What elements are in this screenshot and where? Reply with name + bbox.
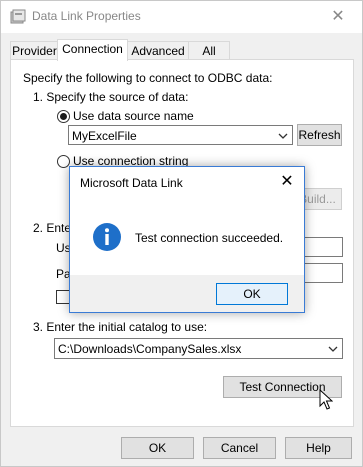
use-dsn-radio[interactable] [57,110,70,123]
dialog-message: Test connection succeeded. [135,231,284,245]
ok-button[interactable]: OK [121,437,194,459]
chevron-down-icon [328,343,338,353]
refresh-button[interactable]: Refresh [297,124,342,146]
cancel-button[interactable]: Cancel [203,437,276,459]
window-close-icon[interactable]: ✕ [321,5,355,29]
radio-selected-dot [60,113,67,120]
step3-label: 3. Enter the initial catalog to use: [33,320,208,334]
step1-label: 1. Specify the source of data: [33,90,189,104]
catalog-value: C:\Downloads\CompanySales.xlsx [58,342,242,356]
step2-label: 2. Ente [33,221,72,235]
dialog-title: Microsoft Data Link [80,176,183,190]
catalog-combobox[interactable]: C:\Downloads\CompanySales.xlsx [54,338,343,359]
dsn-combobox[interactable]: MyExcelFile [68,125,293,145]
blank-password-checkbox[interactable] [56,290,70,304]
dialog-close-icon[interactable]: ✕ [276,171,298,193]
information-icon [92,222,122,252]
dsn-value: MyExcelFile [72,129,137,143]
tab-connection[interactable]: Connection [57,39,128,61]
help-button[interactable]: Help [285,437,352,459]
intro-text: Specify the following to connect to ODBC… [23,71,273,85]
mouse-pointer-icon [319,388,334,411]
tab-all[interactable]: All [188,41,230,60]
use-dsn-label: Use data source name [73,109,194,123]
tab-provider[interactable]: Provider [10,41,59,60]
data-link-properties-window: Data Link Properties ✕ Provider Connecti… [0,0,363,467]
window-title: Data Link Properties [32,9,141,23]
app-icon [10,9,26,25]
password-field[interactable] [301,263,343,283]
user-name-field[interactable] [301,237,343,257]
title-bar: Data Link Properties ✕ [1,1,362,33]
chevron-down-icon [278,130,288,140]
test-result-dialog: Microsoft Data Link ✕ Test connection su… [69,166,305,313]
dialog-ok-button[interactable]: OK [216,283,288,305]
dialog-footer: OK [70,275,304,312]
tab-advanced[interactable]: Advanced [127,41,189,60]
